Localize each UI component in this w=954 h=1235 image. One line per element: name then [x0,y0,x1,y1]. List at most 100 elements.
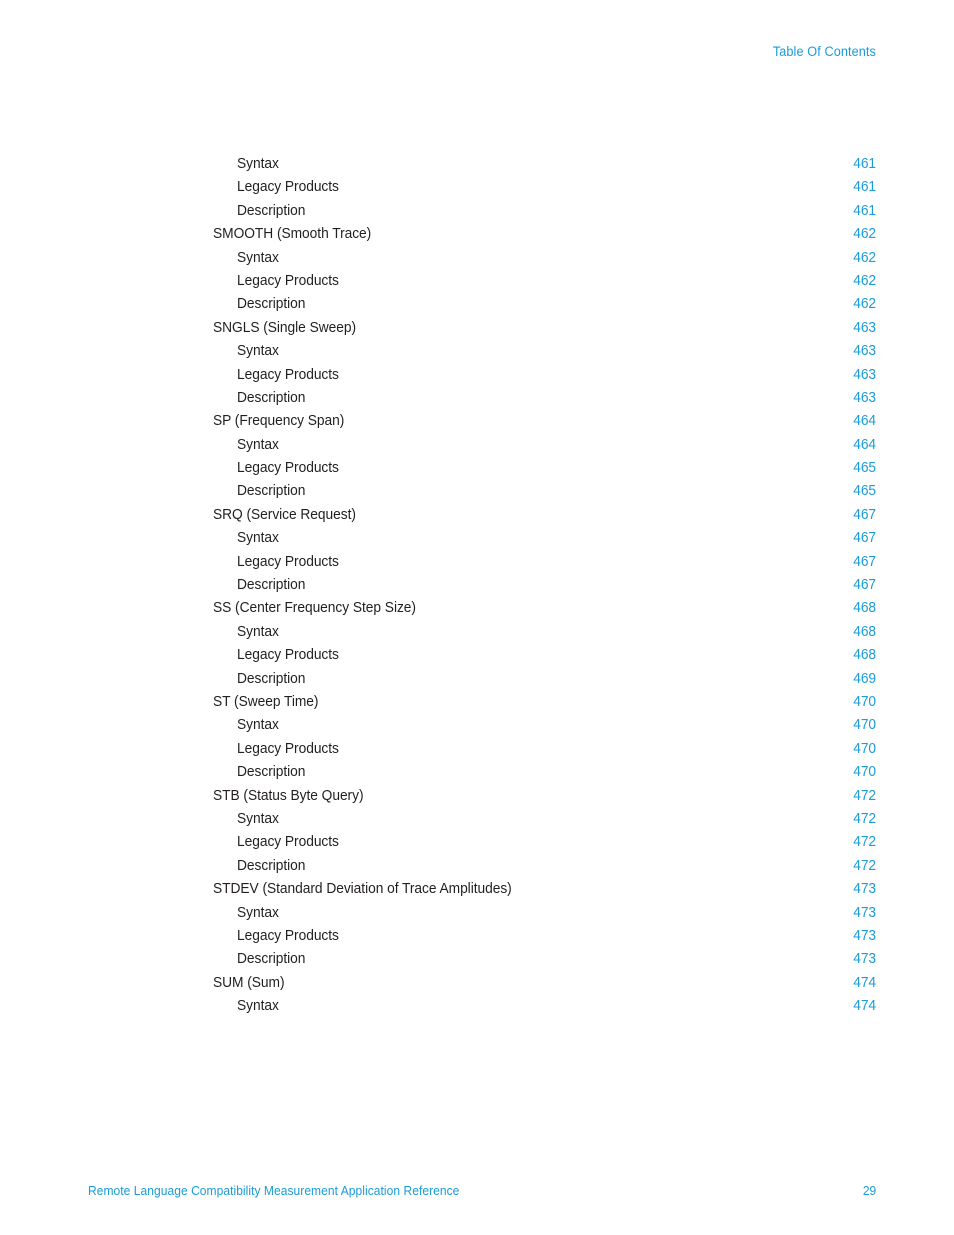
toc-entry-label: ST (Sweep Time) [213,693,319,710]
toc-entry-label: Description [237,296,306,313]
toc-entry[interactable]: SRQ (Service Request) 467 [213,504,876,527]
toc-entry[interactable]: Syntax 463 [213,340,876,363]
toc-entry-label: Description [237,389,306,406]
toc-entry[interactable]: Syntax 467 [213,527,876,550]
toc-entry[interactable]: Description 461 [213,200,876,223]
toc-entry-label: SS (Center Frequency Step Size) [213,600,416,617]
toc-entry-page-number: 468 [853,647,876,664]
toc-entry-page-number: 462 [853,226,876,243]
toc-entry-page-number: 462 [853,296,876,313]
toc-entry[interactable]: SMOOTH (Smooth Trace) 462 [213,223,876,246]
toc-entry[interactable]: Description 463 [213,387,876,410]
toc-entry-label: Legacy Products [237,272,339,289]
toc-entry-label: Syntax [237,998,279,1015]
toc-entry-label: Legacy Products [237,460,339,477]
toc-entry[interactable]: Description 467 [213,574,876,597]
toc-entry-page-number: 463 [853,389,876,406]
toc-entry-page-number: 473 [853,951,876,968]
toc-entry-label: Description [237,951,306,968]
toc-entry[interactable]: Description 462 [213,293,876,316]
toc-entry-page-number: 470 [853,717,876,734]
toc-entry-label: Syntax [237,904,279,921]
toc-entry[interactable]: STDEV (Standard Deviation of Trace Ampli… [213,878,876,901]
toc-entry[interactable]: Legacy Products 461 [213,176,876,199]
toc-entry[interactable]: SUM (Sum) 474 [213,972,876,995]
toc-entry-page-number: 463 [853,319,876,336]
toc-entry[interactable]: SS (Center Frequency Step Size) 468 [213,597,876,620]
toc-entry[interactable]: Syntax 473 [213,902,876,925]
toc-entry-page-number: 473 [853,904,876,921]
toc-entry-page-number: 473 [853,927,876,944]
toc-entry-page-number: 470 [853,693,876,710]
toc-entry[interactable]: Description 465 [213,480,876,503]
toc-entry[interactable]: Description 469 [213,668,876,691]
toc-entry[interactable]: Syntax 474 [213,995,876,1018]
toc-entry-label: Description [237,577,306,594]
toc-entry-label: Syntax [237,530,279,547]
toc-entry-page-number: 462 [853,249,876,266]
toc-entry-label: Legacy Products [237,553,339,570]
toc-entry[interactable]: Description 473 [213,948,876,971]
toc-entry[interactable]: Legacy Products 465 [213,457,876,480]
toc-entry-label: Syntax [237,343,279,360]
toc-entry[interactable]: Description 472 [213,855,876,878]
toc-entry-page-number: 473 [853,881,876,898]
toc-entry-label: Description [237,764,306,781]
toc-entry-page-number: 468 [853,623,876,640]
toc-entry[interactable]: Syntax 472 [213,808,876,831]
toc-entry-page-number: 461 [853,179,876,196]
toc-entry-label: SMOOTH (Smooth Trace) [213,226,372,243]
toc-entry-page-number: 463 [853,366,876,383]
table-of-contents-list: Syntax 461 Legacy Products 461 Description 46… [213,153,876,1018]
toc-entry-label: Legacy Products [237,927,339,944]
toc-entry-label: Syntax [237,623,279,640]
toc-entry-label: Legacy Products [237,740,339,757]
toc-entry-label: Description [237,670,306,687]
toc-entry-label: STB (Status Byte Query) [213,787,364,804]
toc-entry-label: Syntax [237,810,279,827]
toc-entry[interactable]: Syntax 468 [213,621,876,644]
toc-entry[interactable]: Syntax 461 [213,153,876,176]
running-header: Table Of Contents [772,44,876,59]
toc-entry-page-number: 461 [853,202,876,219]
toc-entry-label: Syntax [237,436,279,453]
toc-entry-label: Legacy Products [237,366,339,383]
toc-entry[interactable]: Legacy Products 468 [213,644,876,667]
running-footer: Remote Language Compatibility Measuremen… [88,1183,876,1198]
toc-entry-page-number: 462 [853,272,876,289]
toc-entry[interactable]: Legacy Products 473 [213,925,876,948]
toc-entry[interactable]: SNGLS (Single Sweep) 463 [213,317,876,340]
toc-entry-page-number: 465 [853,483,876,500]
toc-entry[interactable]: Legacy Products 462 [213,270,876,293]
toc-entry-page-number: 472 [853,787,876,804]
toc-entry-page-number: 464 [853,413,876,430]
footer-page-number: 29 [862,1183,876,1198]
toc-entry-page-number: 463 [853,343,876,360]
toc-entry-label: Syntax [237,249,279,266]
toc-entry[interactable]: Legacy Products 463 [213,364,876,387]
toc-entry-page-number: 470 [853,740,876,757]
footer-document-title: Remote Language Compatibility Measuremen… [88,1183,460,1198]
toc-entry-page-number: 474 [853,974,876,991]
toc-entry[interactable]: Syntax 464 [213,434,876,457]
toc-entry[interactable]: Legacy Products 472 [213,831,876,854]
toc-entry[interactable]: Syntax 470 [213,714,876,737]
toc-entry[interactable]: Legacy Products 470 [213,738,876,761]
toc-entry[interactable]: Description 470 [213,761,876,784]
toc-entry-page-number: 465 [853,460,876,477]
toc-entry-page-number: 469 [853,670,876,687]
toc-entry[interactable]: SP (Frequency Span) 464 [213,410,876,433]
toc-entry-page-number: 467 [853,506,876,523]
toc-entry-label: Legacy Products [237,834,339,851]
toc-entry-page-number: 472 [853,857,876,874]
toc-entry[interactable]: STB (Status Byte Query) 472 [213,785,876,808]
toc-entry-label: Syntax [237,156,279,172]
toc-entry-page-number: 472 [853,810,876,827]
toc-entry-label: SNGLS (Single Sweep) [213,319,356,336]
toc-entry[interactable]: Legacy Products 467 [213,551,876,574]
toc-entry-page-number: 467 [853,530,876,547]
toc-entry[interactable]: Syntax 462 [213,247,876,270]
toc-entry-page-number: 470 [853,764,876,781]
toc-entry[interactable]: ST (Sweep Time) 470 [213,691,876,714]
document-page: Table Of Contents Syntax 461 Legacy Produc… [0,0,954,1235]
